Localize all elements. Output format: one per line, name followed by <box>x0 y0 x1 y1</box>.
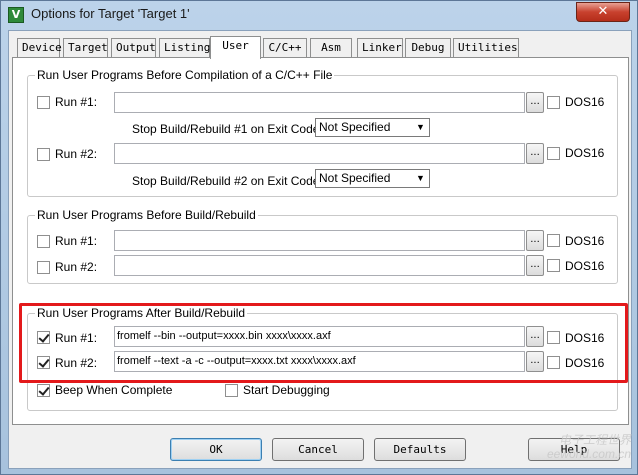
tab-asm[interactable]: Asm <box>310 38 352 57</box>
tab-listing[interactable]: Listing <box>159 38 210 57</box>
before-build-run2-checkbox[interactable] <box>37 261 50 274</box>
watermark-line2: eeworld.com.cn <box>546 447 631 461</box>
close-button[interactable]: ✕ <box>576 2 630 22</box>
before-compile-run2-input[interactable] <box>114 143 525 164</box>
tab-linker[interactable]: Linker <box>357 38 403 57</box>
tab-device[interactable]: Device <box>17 38 62 57</box>
group-before-build-title: Run User Programs Before Build/Rebuild <box>35 208 258 222</box>
title-bar[interactable]: V Options for Target 'Target 1' ✕ <box>1 1 637 29</box>
tab-c-cpp[interactable]: C/C++ <box>263 38 307 57</box>
before-build-run1-dos16-checkbox[interactable] <box>547 234 560 247</box>
eeworld-watermark: 电子工程世界 eeworld.com.cn <box>501 433 631 473</box>
ok-button[interactable]: OK <box>170 438 262 461</box>
stop-build2-label: Stop Build/Rebuild #2 on Exit Code: <box>132 174 323 188</box>
beep-when-complete-label: Beep When Complete <box>55 383 173 397</box>
window-title: Options for Target 'Target 1' <box>31 6 190 21</box>
before-build-run2-browse-button[interactable]: ... <box>526 255 544 276</box>
before-build-run1-label: Run #1: <box>55 234 98 248</box>
stop-build1-label: Stop Build/Rebuild #1 on Exit Code: <box>132 122 323 136</box>
stop-build2-select[interactable]: Not Specified ▼ <box>315 169 430 188</box>
start-debugging-label: Start Debugging <box>243 383 330 397</box>
keil-app-icon: V <box>8 7 24 23</box>
before-build-run2-label: Run #2: <box>55 260 98 274</box>
tab-utilities[interactable]: Utilities <box>453 38 519 57</box>
chevron-down-icon: ▼ <box>416 122 425 132</box>
before-build-run1-browse-button[interactable]: ... <box>526 230 544 251</box>
defaults-button[interactable]: Defaults <box>374 438 466 461</box>
tab-debug[interactable]: Debug <box>405 38 451 57</box>
before-compile-run1-input[interactable] <box>114 92 525 113</box>
before-build-run1-dos16-label: DOS16 <box>565 234 605 248</box>
before-compile-run1-label: Run #1: <box>55 95 98 109</box>
start-debugging-checkbox[interactable] <box>225 384 238 397</box>
before-build-run1-input[interactable] <box>114 230 525 251</box>
cancel-button[interactable]: Cancel <box>272 438 364 461</box>
before-build-run2-dos16-label: DOS16 <box>565 259 605 273</box>
before-build-run2-dos16-checkbox[interactable] <box>547 259 560 272</box>
before-compile-run2-dos16-label: DOS16 <box>565 146 605 160</box>
options-dialog: V Options for Target 'Target 1' ✕ Device… <box>0 0 638 475</box>
before-compile-run1-browse-button[interactable]: ... <box>526 92 544 113</box>
before-compile-run2-dos16-checkbox[interactable] <box>547 147 560 160</box>
tab-output[interactable]: Output <box>111 38 156 57</box>
group-before-compile-title: Run User Programs Before Compilation of … <box>35 68 335 82</box>
before-build-run2-input[interactable] <box>114 255 525 276</box>
beep-when-complete-checkbox[interactable] <box>37 384 50 397</box>
before-compile-run1-dos16-label: DOS16 <box>565 95 605 109</box>
stop-build1-value: Not Specified <box>319 120 391 134</box>
tab-target[interactable]: Target <box>63 38 108 57</box>
before-compile-run2-checkbox[interactable] <box>37 148 50 161</box>
group-after-build-title: Run User Programs After Build/Rebuild <box>35 306 248 320</box>
stop-build1-select[interactable]: Not Specified ▼ <box>315 118 430 137</box>
watermark-line1: 电子工程世界 <box>558 433 631 447</box>
chevron-down-icon: ▼ <box>416 173 425 183</box>
before-compile-run1-dos16-checkbox[interactable] <box>547 96 560 109</box>
stop-build2-value: Not Specified <box>319 171 391 185</box>
before-compile-run2-browse-button[interactable]: ... <box>526 143 544 164</box>
before-build-run1-checkbox[interactable] <box>37 235 50 248</box>
tab-user[interactable]: User <box>210 36 261 59</box>
before-compile-run1-checkbox[interactable] <box>37 96 50 109</box>
before-compile-run2-label: Run #2: <box>55 147 98 161</box>
